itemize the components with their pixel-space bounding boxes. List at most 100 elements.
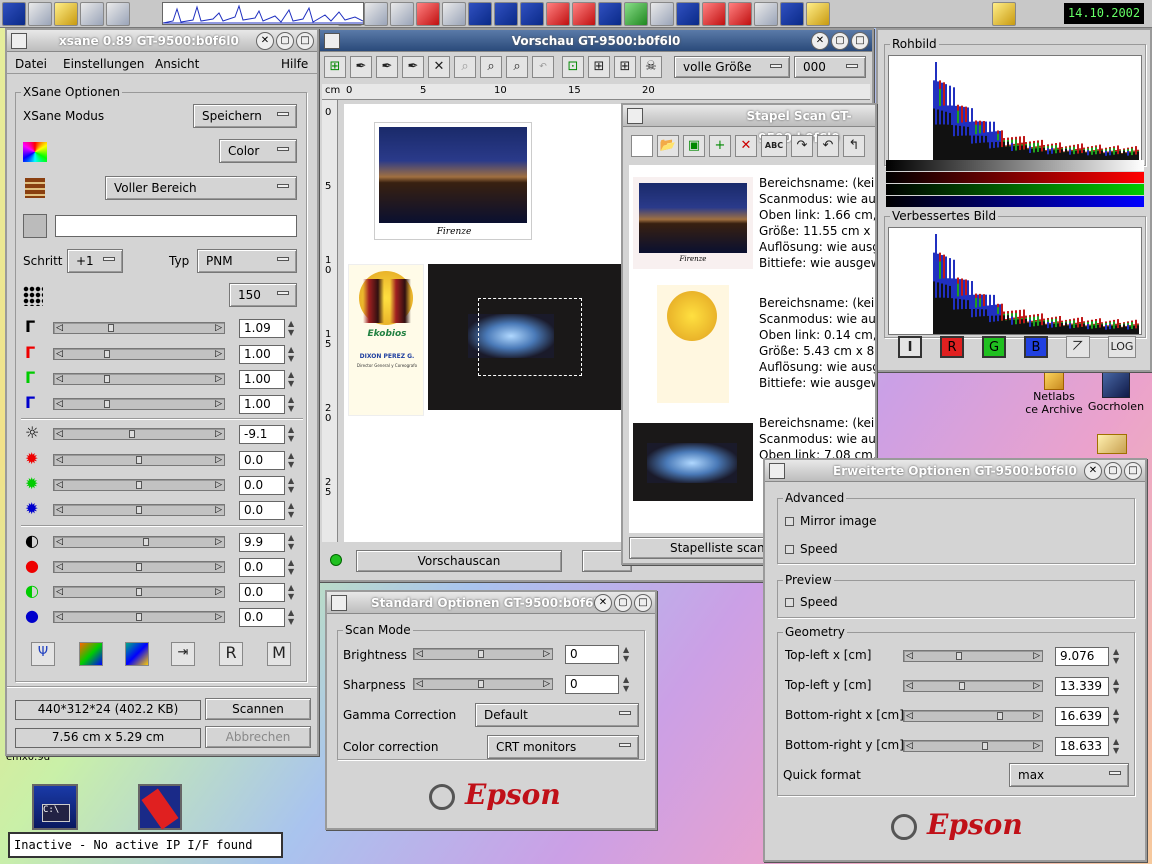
batch-titlebar[interactable]: Stapel Scan GT-9500:b0f6l0: [623, 105, 875, 145]
desktop-icon-netlabs[interactable]: Netlabs ce Archive: [1024, 370, 1084, 430]
step-select[interactable]: +1: [67, 249, 123, 273]
xsane-slider-value[interactable]: 1.00: [239, 370, 285, 389]
close-button[interactable]: ✕: [594, 594, 612, 612]
scan-button[interactable]: Scannen: [205, 698, 311, 720]
red-button[interactable]: R: [940, 336, 964, 358]
no-icon[interactable]: [416, 1, 440, 26]
zoom-out-icon[interactable]: ⌕: [454, 56, 476, 78]
window-menu-icon[interactable]: [769, 463, 785, 479]
xsane-slider-value[interactable]: 0.0: [239, 583, 285, 602]
black-eyedropper-icon[interactable]: ✒: [350, 56, 372, 78]
rotate-right-icon[interactable]: ↷: [791, 135, 813, 157]
desktop-folder[interactable]: [1092, 434, 1132, 458]
xsane-slider-value[interactable]: 0.0: [239, 608, 285, 627]
maximize-button[interactable]: ▢: [831, 32, 849, 50]
xsane-slider[interactable]: ◁ ▷: [53, 428, 225, 440]
batch-entry[interactable]: Bereichsname: (kein Scanmodus: wie ausg Ob…: [759, 175, 875, 271]
x-icon[interactable]: [754, 1, 778, 26]
no-entry-icon[interactable]: [138, 784, 182, 830]
house-icon[interactable]: [676, 1, 700, 26]
xsane-slider[interactable]: ◁ ▷: [53, 479, 225, 491]
xsane-slider[interactable]: ◁ ▷: [53, 536, 225, 548]
close-button[interactable]: ✕: [811, 32, 829, 50]
xsane-slider-spin[interactable]: ▲ ▼: [288, 608, 298, 627]
window-menu-icon[interactable]: [627, 108, 643, 124]
geometry-spin[interactable]: ▲ ▼: [1113, 707, 1123, 726]
xsane-slider-value[interactable]: 1.00: [239, 395, 285, 414]
xsane-slider-spin[interactable]: ▲ ▼: [288, 395, 298, 414]
box-icon[interactable]: [702, 1, 726, 26]
geometry-value-input[interactable]: 16.639: [1055, 707, 1109, 726]
xsane-slider-spin[interactable]: ▲ ▼: [288, 425, 298, 444]
maximize-button[interactable]: ▢: [276, 32, 294, 50]
green-button[interactable]: G: [982, 336, 1006, 358]
rotate-back-icon[interactable]: ↰: [843, 135, 865, 157]
xsane-slider[interactable]: ◁ ▷: [53, 611, 225, 623]
xsane-slider-value[interactable]: 0.0: [239, 501, 285, 520]
select-visible-icon[interactable]: ⊞: [588, 56, 610, 78]
geometry-spin[interactable]: ▲ ▼: [1113, 737, 1123, 756]
geometry-value-input[interactable]: 9.076: [1055, 647, 1109, 666]
close-button[interactable]: ✕: [1084, 462, 1102, 480]
resolution-select[interactable]: 150: [229, 283, 297, 307]
bug-icon[interactable]: [624, 1, 648, 26]
xsane-slider-value[interactable]: 0.0: [239, 476, 285, 495]
save-icon[interactable]: ▣: [683, 135, 705, 157]
desktop-icon-gocrholen[interactable]: Gocrholen: [1086, 370, 1146, 430]
delete-images-icon[interactable]: ☠: [640, 56, 662, 78]
note-icon[interactable]: [806, 1, 830, 26]
selection-rectangle[interactable]: [478, 298, 582, 376]
preview-zoom-select[interactable]: 000: [794, 56, 866, 78]
xsane-slider[interactable]: ◁ ▷: [53, 504, 225, 516]
fullsize-icon[interactable]: ⊞: [614, 56, 636, 78]
quick-format-select[interactable]: max: [1009, 763, 1129, 787]
xsane-slider[interactable]: ◁ ▷: [53, 398, 225, 410]
xsane-slider-value[interactable]: 9.9: [239, 533, 285, 552]
color-correction-select[interactable]: CRT monitors: [487, 735, 639, 759]
preview-canvas[interactable]: Firenze Ekobios DIXON PEREZ G. Director …: [344, 104, 622, 542]
delete-icon[interactable]: ✕: [735, 135, 757, 157]
color-mode-select[interactable]: Color: [219, 139, 297, 163]
histogram-tool-icon[interactable]: Ψ: [31, 642, 55, 666]
printer-icon[interactable]: [390, 1, 414, 26]
xsane-slider-value[interactable]: 1.09: [239, 319, 285, 338]
xsane-slider[interactable]: ◁ ▷: [53, 373, 225, 385]
batch-entry[interactable]: Bereichsname: (kein Name) Scanmodus: wie …: [759, 415, 875, 463]
magnifier-icon[interactable]: [80, 1, 104, 26]
gray-eyedropper-icon[interactable]: ✒: [376, 56, 398, 78]
lifebuoy-icon[interactable]: [572, 1, 596, 26]
enhance-icon[interactable]: [79, 642, 103, 666]
xsane-slider-value[interactable]: 0.0: [239, 451, 285, 470]
m-button-icon[interactable]: M: [267, 642, 291, 666]
restore-icon[interactable]: ⇥: [171, 642, 195, 666]
minimize-button[interactable]: □: [634, 594, 652, 612]
plane-icon[interactable]: [650, 1, 674, 26]
xsane-slider-spin[interactable]: ▲ ▼: [288, 533, 298, 552]
drive-icon[interactable]: [442, 1, 466, 26]
xsane-slider-spin[interactable]: ▲ ▼: [288, 558, 298, 577]
xsane-slider-value[interactable]: 0.0: [239, 558, 285, 577]
xsane-slider[interactable]: ◁ ▷: [53, 348, 225, 360]
people-icon[interactable]: [546, 1, 570, 26]
preview-scan-button[interactable]: Vorschauscan: [356, 550, 562, 572]
blue-button[interactable]: B: [1024, 336, 1048, 358]
xsane-slider[interactable]: ◁ ▷: [53, 586, 225, 598]
r-button-icon[interactable]: R: [219, 642, 243, 666]
maximize-button[interactable]: ▢: [614, 594, 632, 612]
minimize-button[interactable]: □: [851, 32, 869, 50]
minimize-button[interactable]: □: [1124, 462, 1142, 480]
xsane-slider-spin[interactable]: ▲ ▼: [288, 345, 298, 364]
new-icon[interactable]: [631, 135, 653, 157]
window-menu-icon[interactable]: [331, 595, 347, 611]
xsane-slider[interactable]: ◁ ▷: [53, 322, 225, 334]
menu-hilfe[interactable]: Hilfe: [281, 57, 308, 71]
add-icon[interactable]: +: [709, 135, 731, 157]
geometry-slider[interactable]: ◁ ▷: [903, 740, 1043, 752]
xsane-slider[interactable]: ◁ ▷: [53, 454, 225, 466]
mirror-image-checkbox[interactable]: Mirror image: [785, 514, 877, 528]
power-icon[interactable]: [106, 1, 130, 26]
auto-enhance-icon[interactable]: [125, 642, 149, 666]
preview-titlebar[interactable]: Vorschau GT-9500:b0f6l0 ✕ ▢ □: [320, 30, 872, 52]
fc-icon-3[interactable]: [520, 1, 544, 26]
geometry-slider[interactable]: ◁ ▷: [903, 650, 1043, 662]
